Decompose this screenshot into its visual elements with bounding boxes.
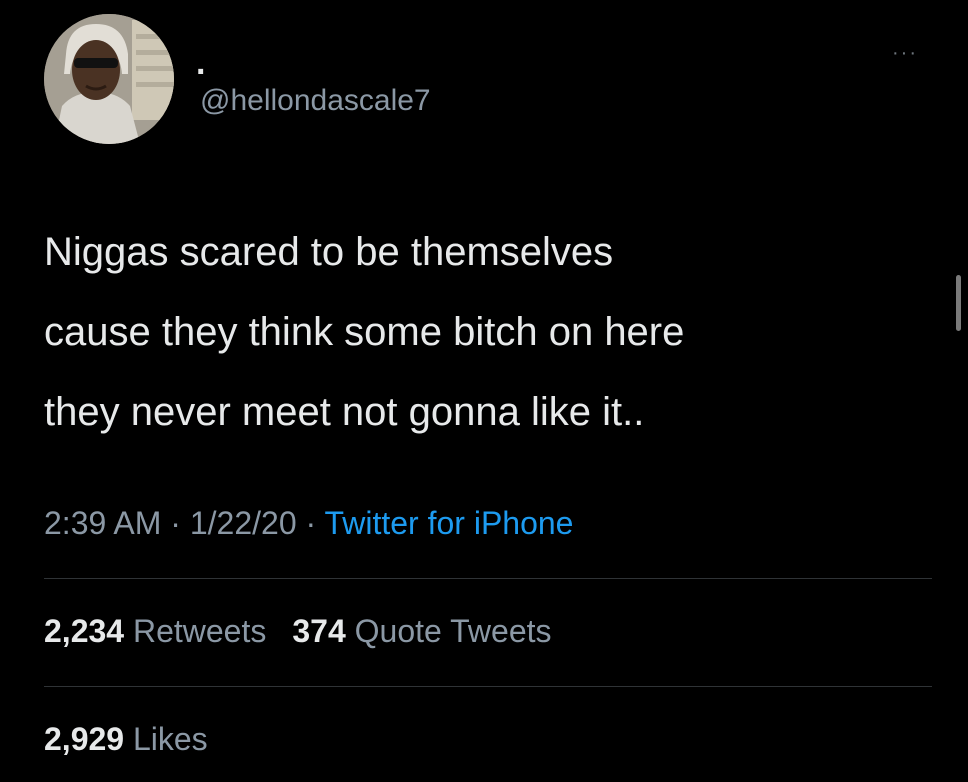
- likes-row: 2,929 Likes: [44, 720, 234, 758]
- quote-tweets-label: Quote Tweets: [354, 613, 552, 649]
- avatar-photo: [44, 14, 174, 144]
- likes-count: 2,929: [44, 721, 125, 757]
- quote-tweets-count: 374: [292, 613, 346, 649]
- tweet-date[interactable]: 1/22/20: [190, 505, 297, 541]
- likes-stat[interactable]: 2,929 Likes: [44, 720, 208, 758]
- avatar[interactable]: [44, 14, 174, 144]
- author-display-name[interactable]: .: [196, 46, 205, 80]
- more-options-button[interactable]: ···: [880, 38, 930, 68]
- tweet-time[interactable]: 2:39 AM: [44, 505, 161, 541]
- tweet-metadata: 2:39 AM · 1/22/20 · Twitter for iPhone: [44, 504, 573, 542]
- retweets-stat[interactable]: 2,234 Retweets: [44, 612, 266, 650]
- divider: [44, 578, 932, 579]
- retweets-label: Retweets: [132, 613, 267, 649]
- retweets-count: 2,234: [44, 613, 125, 649]
- author-handle[interactable]: @hellondascale7: [200, 86, 431, 116]
- tweet-source-link[interactable]: Twitter for iPhone: [324, 505, 573, 541]
- engagement-stats: 2,234 Retweets 374 Quote Tweets: [44, 612, 578, 650]
- tweet-text: Niggas scared to be themselves cause the…: [44, 230, 685, 434]
- more-horizontal-icon: ···: [892, 41, 918, 64]
- quote-tweets-stat[interactable]: 374 Quote Tweets: [292, 612, 551, 650]
- meta-separator: ·: [161, 505, 190, 541]
- divider: [44, 686, 932, 687]
- likes-label: Likes: [132, 721, 208, 757]
- meta-separator: ·: [296, 505, 325, 541]
- scrollbar[interactable]: [956, 275, 961, 331]
- tweet-detail: . @hellondascale7 ··· Niggas scared to b…: [0, 0, 968, 782]
